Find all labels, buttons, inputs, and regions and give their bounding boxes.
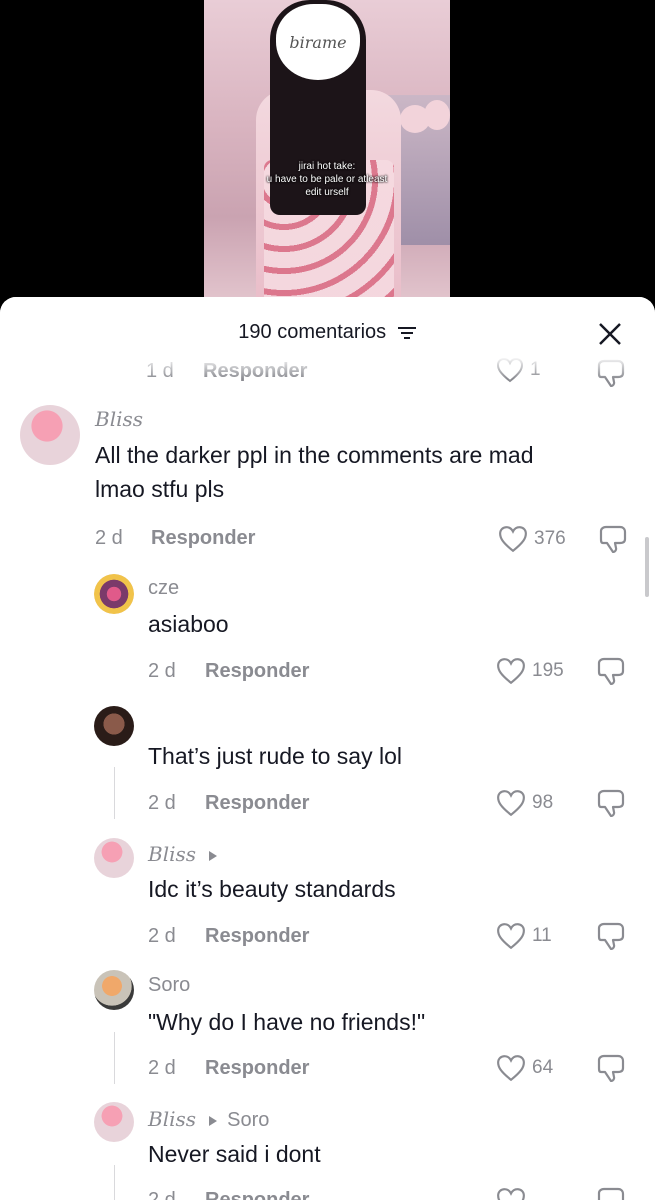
like-count: 64 (532, 1057, 554, 1078)
thread-line (114, 1165, 115, 1200)
avatar[interactable] (94, 574, 134, 614)
reply-button[interactable]: Responder (203, 360, 307, 383)
video-player[interactable]: birame jirai hot take: u have to be pale… (0, 0, 655, 310)
heart-icon (497, 658, 525, 685)
reply-button[interactable]: Responder (205, 1057, 309, 1080)
scrollbar[interactable] (645, 537, 649, 597)
like-button[interactable]: 1 (496, 357, 541, 383)
dislike-icon[interactable] (596, 1054, 626, 1082)
reply-button[interactable]: Responder (205, 925, 309, 948)
reply-button[interactable]: Responder (205, 792, 309, 815)
reply-button[interactable]: Responder (205, 660, 309, 683)
reply-arrow-icon (209, 850, 218, 861)
comment-text-line: lmao stfu pls (95, 476, 225, 502)
comments-title-overlay: 190 comentarios (0, 321, 655, 344)
heart-icon (497, 1055, 525, 1082)
dislike-icon[interactable] (598, 525, 628, 553)
like-count: 1 (530, 359, 541, 380)
comment-text: "Why do I have no friends!" (148, 1009, 426, 1035)
avatar[interactable] (94, 706, 134, 746)
commenter-name[interactable]: cze (148, 577, 179, 600)
dislike-icon[interactable] (596, 657, 626, 685)
commenter-name[interactable]: Soro (148, 974, 190, 997)
comment-text: That’s just rude to say lol (148, 743, 402, 769)
video-frame[interactable]: birame jirai hot take: u have to be pale… (204, 0, 450, 310)
comment-time: 2 d (148, 792, 176, 814)
avatar[interactable] (20, 405, 80, 465)
thread-line (114, 1032, 115, 1084)
heart-sticker: birame (276, 4, 360, 80)
close-icon[interactable] (597, 321, 623, 347)
dislike-icon[interactable] (596, 359, 626, 387)
heart-icon (497, 923, 525, 950)
comment-time: 2 d (95, 527, 123, 549)
like-button[interactable]: 376 (498, 525, 566, 553)
video-watermark: birame (289, 32, 347, 52)
commenter-name[interactable]: Bliss Soro (148, 1107, 269, 1132)
comment-text: asiaboo (148, 611, 229, 637)
caption-line: edit urself (305, 187, 349, 198)
dislike-icon[interactable] (596, 922, 626, 950)
heart-icon (499, 526, 527, 553)
dislike-icon[interactable] (596, 789, 626, 817)
reply-to-name[interactable]: Soro (227, 1109, 269, 1131)
comment-text: Never said i dont (148, 1141, 321, 1167)
reply-button[interactable]: Responder (151, 527, 255, 550)
heart-icon (496, 357, 524, 383)
dislike-icon[interactable] (596, 1187, 626, 1200)
avatar[interactable] (94, 1102, 134, 1142)
like-count: 98 (532, 792, 554, 813)
thread-line (114, 767, 115, 819)
filter-icon[interactable] (397, 325, 417, 341)
heart-icon (497, 790, 525, 817)
comment-text: All the darker ppl in the comments are m… (95, 438, 533, 506)
comment-time: 2 d (148, 660, 176, 682)
comment-time: 2 d (148, 1189, 176, 1200)
like-count: 376 (534, 528, 566, 549)
comment-text: Idc it’s beauty standards (148, 876, 396, 902)
like-button[interactable]: 195 (496, 657, 564, 685)
comment-time: 2 d (148, 925, 176, 947)
comments-sheet: 190 comentarios 1 d Responder 1 190 come… (0, 297, 655, 1200)
commenter-name[interactable]: Bliss (148, 842, 218, 866)
reply-button[interactable]: Responder (205, 1189, 309, 1200)
reply-arrow-icon (208, 1115, 217, 1126)
comments-count: 190 comentarios (238, 321, 387, 343)
heart-icon[interactable] (496, 1187, 526, 1200)
caption-line: u have to be pale or atleast (266, 174, 388, 185)
like-count: 195 (532, 660, 564, 681)
like-button[interactable]: 98 (496, 789, 553, 817)
caption-line: jirai hot take: (298, 161, 356, 172)
comment-text-line: All the darker ppl in the comments are m… (95, 442, 534, 468)
like-count: 11 (532, 925, 552, 946)
like-button[interactable]: 11 (496, 922, 552, 950)
commenter-name-text: Bliss (148, 1107, 197, 1131)
comment-time: 2 d (148, 1057, 176, 1079)
plush-toy (424, 100, 450, 130)
comment-time: 1 d (146, 360, 174, 382)
video-caption: jirai hot take: u have to be pale or atl… (204, 160, 450, 199)
commenter-name-text: Bliss (148, 842, 197, 866)
avatar[interactable] (94, 838, 134, 878)
commenter-name[interactable]: Bliss (95, 407, 143, 431)
avatar[interactable] (94, 970, 134, 1010)
like-button[interactable]: 64 (496, 1054, 553, 1082)
